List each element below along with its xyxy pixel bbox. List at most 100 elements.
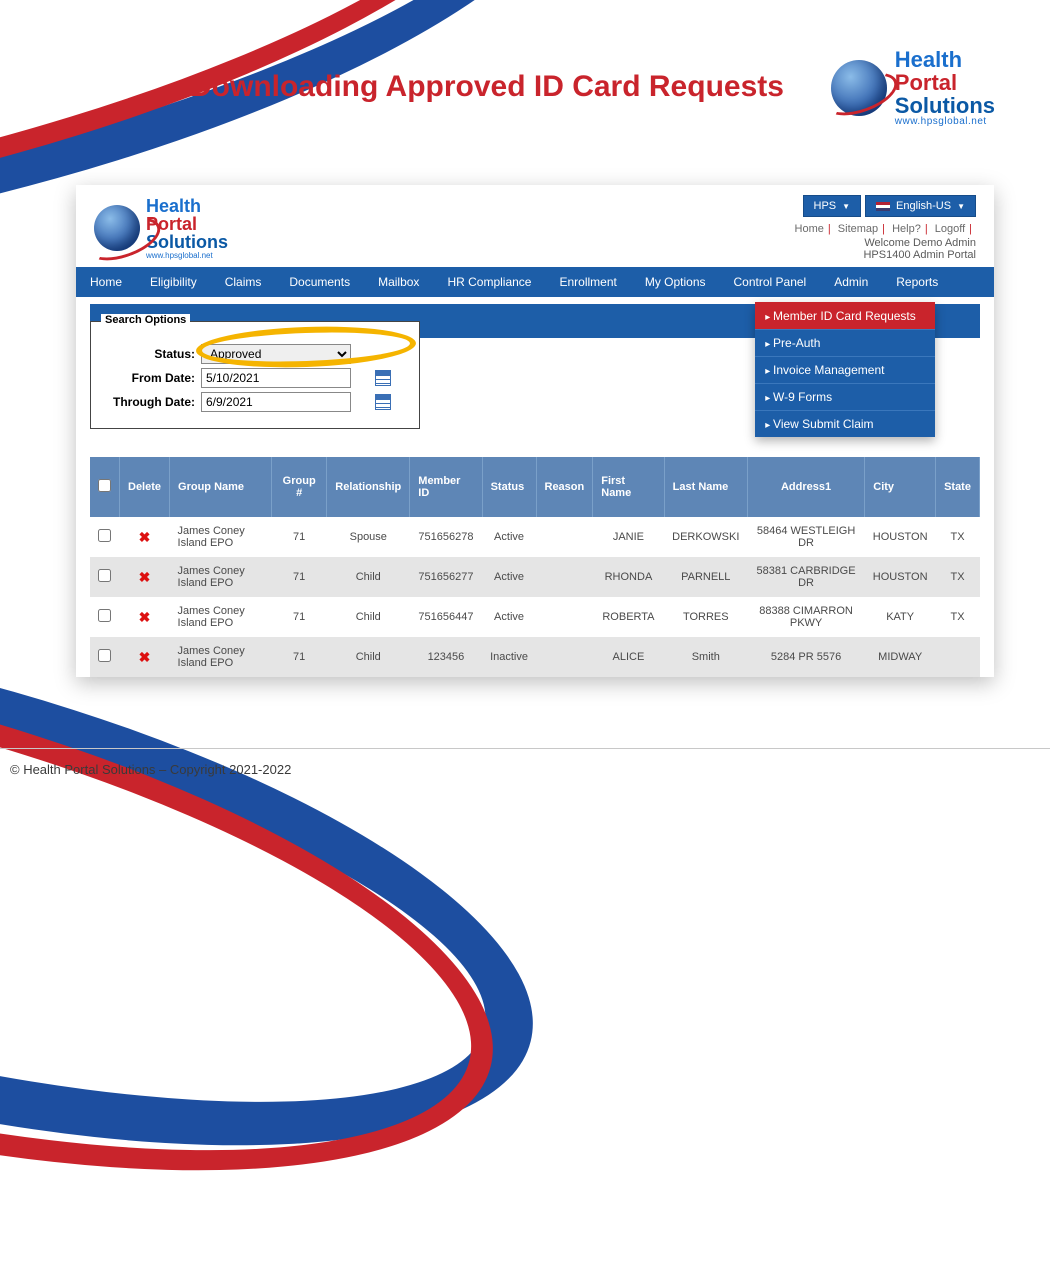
cell-status: Inactive — [482, 637, 536, 677]
row-select-checkbox[interactable] — [98, 569, 111, 582]
cell-group-name: James Coney Island EPO — [170, 517, 272, 557]
locale-chip[interactable]: English-US — [865, 195, 976, 217]
link-logoff[interactable]: Logoff — [935, 223, 965, 235]
nav-reports[interactable]: Reports — [882, 267, 952, 297]
cell-group-num: 71 — [272, 557, 327, 597]
status-select[interactable]: Approved — [201, 344, 351, 364]
col-select — [90, 457, 120, 517]
col-status[interactable]: Status — [482, 457, 536, 517]
portal-name: HPS1400 Admin Portal — [795, 249, 976, 261]
cell-status: Active — [482, 517, 536, 557]
submenu-view-submit-claim[interactable]: View Submit Claim — [755, 410, 935, 437]
cell-member-id: 123456 — [410, 637, 482, 677]
table-row: ✖James Coney Island EPO71Child123456Inac… — [90, 637, 980, 677]
cell-status: Active — [482, 597, 536, 637]
cell-status: Active — [482, 557, 536, 597]
col-first-name[interactable]: First Name — [593, 457, 664, 517]
nav-documents[interactable]: Documents — [275, 267, 364, 297]
submenu-w9-forms[interactable]: W-9 Forms — [755, 383, 935, 410]
results-table-wrapper: Delete Group Name Group # Relationship M… — [90, 457, 980, 677]
search-legend: Search Options — [101, 314, 190, 326]
portal-wrapper: Health Portal Solutions www.hpsglobal.ne… — [76, 185, 994, 677]
col-delete[interactable]: Delete — [120, 457, 170, 517]
col-state[interactable]: State — [936, 457, 980, 517]
cell-first-name: RHONDA — [593, 557, 664, 597]
cell-last-name: PARNELL — [664, 557, 747, 597]
cell-city: MIDWAY — [865, 637, 936, 677]
cell-group-num: 71 — [272, 597, 327, 637]
cell-member-id: 751656447 — [410, 597, 482, 637]
row-delete-icon[interactable]: ✖ — [120, 557, 170, 597]
main-nav: Home Eligibility Claims Documents Mailbo… — [76, 267, 994, 297]
nav-enrollment[interactable]: Enrollment — [545, 267, 630, 297]
link-help[interactable]: Help? — [892, 223, 921, 235]
portal-logo: Health Portal Solutions www.hpsglobal.ne… — [94, 195, 228, 261]
portal-brand-1: Health — [146, 197, 228, 215]
nav-admin[interactable]: Admin — [820, 267, 882, 297]
col-reason[interactable]: Reason — [536, 457, 593, 517]
cell-group-num: 71 — [272, 637, 327, 677]
nav-my-options[interactable]: My Options — [631, 267, 720, 297]
cell-reason — [536, 517, 593, 557]
table-row: ✖James Coney Island EPO71Child751656447A… — [90, 597, 980, 637]
header-right: HPS English-US Home| Sitemap| Help?| Log… — [795, 195, 976, 261]
col-relationship[interactable]: Relationship — [327, 457, 410, 517]
locale-chip-label: English-US — [896, 200, 951, 212]
submenu-invoice-mgmt[interactable]: Invoice Management — [755, 356, 935, 383]
col-group-name[interactable]: Group Name — [170, 457, 272, 517]
nav-home[interactable]: Home — [76, 267, 136, 297]
cell-state — [936, 637, 980, 677]
row-delete-icon[interactable]: ✖ — [120, 517, 170, 557]
nav-eligibility[interactable]: Eligibility — [136, 267, 211, 297]
nav-control-panel[interactable]: Control Panel — [720, 267, 821, 297]
cell-city: HOUSTON — [865, 517, 936, 557]
row-select-checkbox[interactable] — [98, 529, 111, 542]
calendar-icon[interactable] — [375, 394, 391, 410]
slide-title: Downloading Approved ID Card Requests — [190, 70, 784, 104]
cell-group-name: James Coney Island EPO — [170, 557, 272, 597]
label-status: Status: — [105, 347, 195, 361]
search-options-panel: Search Options Status: Approved From Dat… — [90, 321, 420, 429]
label-through: Through Date: — [105, 395, 195, 409]
col-city[interactable]: City — [865, 457, 936, 517]
col-member-id[interactable]: Member ID — [410, 457, 482, 517]
link-sitemap[interactable]: Sitemap — [838, 223, 878, 235]
nav-claims[interactable]: Claims — [211, 267, 276, 297]
cell-member-id: 751656278 — [410, 517, 482, 557]
cell-relationship: Child — [327, 597, 410, 637]
row-delete-icon[interactable]: ✖ — [120, 597, 170, 637]
link-home[interactable]: Home — [795, 223, 824, 235]
cell-group-name: James Coney Island EPO — [170, 597, 272, 637]
brand-line-2: Portal — [895, 71, 995, 94]
cell-reason — [536, 557, 593, 597]
util-links: Home| Sitemap| Help?| Logoff| — [795, 223, 976, 235]
row-select-checkbox[interactable] — [98, 609, 111, 622]
cell-address1: 88388 CIMARRON PKWY — [747, 597, 864, 637]
row-delete-icon[interactable]: ✖ — [120, 637, 170, 677]
cell-last-name: DERKOWSKI — [664, 517, 747, 557]
nav-hr-compliance[interactable]: HR Compliance — [433, 267, 545, 297]
row-select-checkbox[interactable] — [98, 649, 111, 662]
label-from: From Date: — [105, 371, 195, 385]
cell-reason — [536, 597, 593, 637]
footer-text: © Health Portal Solutions – Copyright 20… — [10, 762, 291, 777]
col-group-num[interactable]: Group # — [272, 457, 327, 517]
brand-url: www.hpsglobal.net — [895, 117, 995, 128]
cell-address1: 58381 CARBRIDGE DR — [747, 557, 864, 597]
calendar-icon[interactable] — [375, 370, 391, 386]
col-last-name[interactable]: Last Name — [664, 457, 747, 517]
results-table: Delete Group Name Group # Relationship M… — [90, 457, 980, 677]
org-chip[interactable]: HPS — [803, 195, 862, 217]
submenu-member-id-card[interactable]: Member ID Card Requests — [755, 302, 935, 329]
from-date-input[interactable] — [201, 368, 351, 388]
cell-relationship: Child — [327, 637, 410, 677]
through-date-input[interactable] — [201, 392, 351, 412]
submenu-pre-auth[interactable]: Pre-Auth — [755, 329, 935, 356]
cell-state: TX — [936, 517, 980, 557]
nav-mailbox[interactable]: Mailbox — [364, 267, 433, 297]
col-address1[interactable]: Address1 — [747, 457, 864, 517]
portal-brand-url: www.hpsglobal.net — [146, 251, 228, 260]
select-all-checkbox[interactable] — [98, 479, 111, 492]
footer-separator — [0, 748, 1050, 749]
cell-last-name: Smith — [664, 637, 747, 677]
